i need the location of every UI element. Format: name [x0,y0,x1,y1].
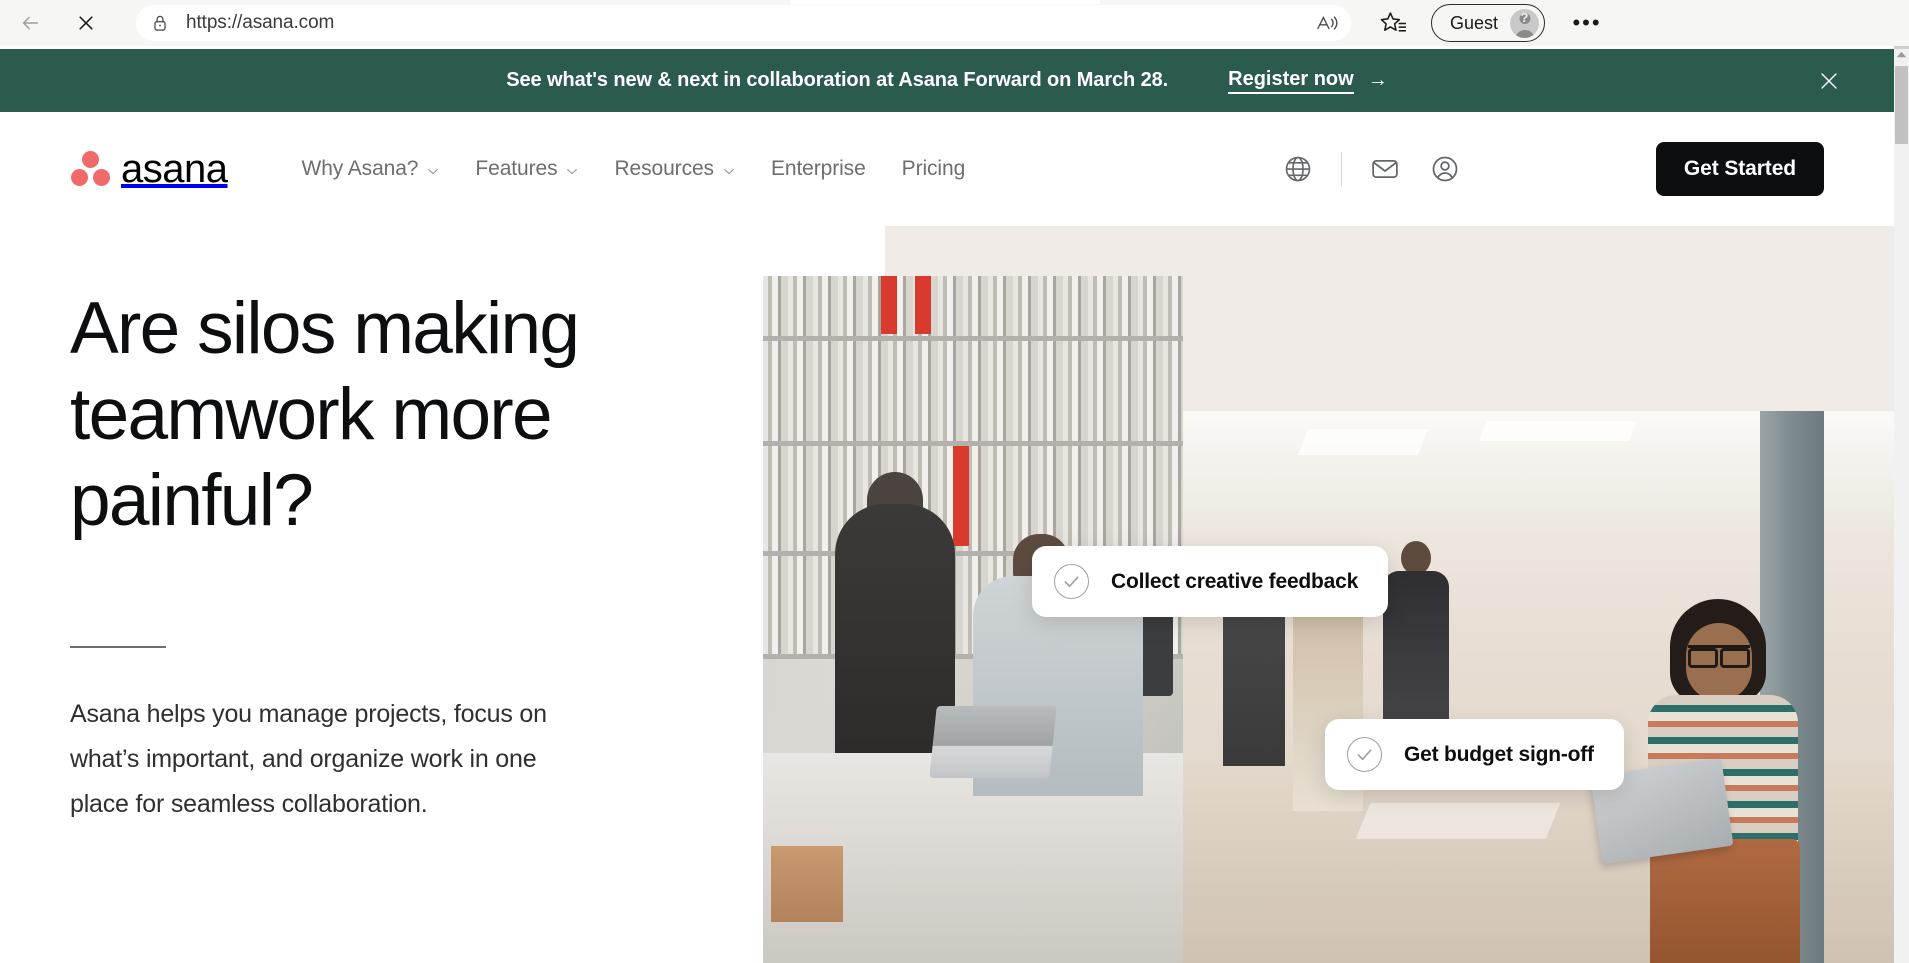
scrollbar-top-cap [1894,46,1909,49]
primary-nav: Why Asana? Features Resources Enterprise… [283,149,983,189]
nav-label: Pricing [901,157,966,180]
scroll-up-arrow-icon [1896,51,1907,58]
hero-section: Are silos making teamwork more painful? … [0,226,1894,963]
nav-item-enterprise[interactable]: Enterprise [753,149,884,189]
register-now-link[interactable]: Register now → [1228,68,1388,94]
favorites-star-icon [1380,11,1406,32]
scrollbar-thumb[interactable] [1895,66,1908,144]
task-card[interactable]: Collect creative feedback [1032,546,1389,617]
nav-label: Enterprise [770,157,866,180]
browser-tab-strip[interactable] [790,0,1100,4]
language-selector-button[interactable] [1275,146,1321,192]
stop-loading-icon [79,16,93,30]
chevron-down-icon [567,168,578,174]
check-circle-icon [1054,564,1089,599]
read-aloud-button[interactable] [1311,8,1345,38]
profile-label: Guest [1450,12,1499,33]
nav-item-resources[interactable]: Resources [596,149,752,189]
nav-label: Resources [614,157,714,180]
more-settings-icon: ••• [1572,10,1602,35]
contact-button[interactable] [1362,146,1408,192]
task-card-label: Collect creative feedback [1111,569,1359,593]
task-card-label: Get budget sign-off [1404,742,1594,766]
register-now-label: Register now [1228,68,1354,94]
page-scrollbar[interactable] [1894,46,1909,963]
asana-logo-link[interactable]: asana [70,147,228,191]
lock-icon [154,15,166,31]
task-card[interactable]: Get budget sign-off [1325,719,1624,790]
page-title: Are silos making teamwork more painful? [70,288,580,541]
hero-photo-office [763,276,1183,963]
more-settings-button[interactable]: ••• [1567,3,1607,43]
header-divider [1341,152,1342,186]
close-icon [1821,72,1837,89]
banner-close-button[interactable] [1816,68,1842,94]
hero-description: Asana helps you manage projects, focus o… [70,699,547,818]
page-viewport: See what's new & next in collaboration a… [0,46,1894,963]
read-aloud-icon [1317,15,1338,30]
nav-item-features[interactable]: Features [457,149,596,189]
browser-toolbar: https://asana.com Guest ? ••• [0,0,1909,46]
hero-divider [70,646,166,648]
nav-label: Features [475,157,558,180]
stop-loading-button[interactable] [66,3,106,43]
guest-avatar-icon: ? [1510,8,1540,38]
announcement-banner: See what's new & next in collaboration a… [0,49,1894,112]
announcement-message: See what's new & next in collaboration a… [506,69,1169,91]
nav-item-why-asana[interactable]: Why Asana? [283,149,457,189]
asana-logo-icon [70,151,112,187]
chevron-down-icon [428,168,439,174]
back-arrow-icon [22,16,39,30]
back-button[interactable] [10,3,50,43]
url-text[interactable]: https://asana.com [186,12,334,34]
get-started-button[interactable]: Get Started [1655,142,1824,196]
asana-wordmark: asana [121,147,228,191]
envelope-contact-icon [1372,160,1398,178]
hero-photo-openspace [1183,411,1894,963]
globe-language-icon [1285,156,1311,182]
user-account-icon [1432,156,1458,182]
chevron-down-icon [724,168,734,174]
nav-item-pricing[interactable]: Pricing [884,149,984,189]
favorites-button[interactable] [1373,3,1413,43]
nav-label: Why Asana? [301,157,419,180]
hero-copy-column: Are silos making teamwork more painful? … [0,226,880,963]
arrow-right-icon: → [1367,69,1388,91]
check-circle-icon [1347,737,1382,772]
profile-button[interactable]: Guest ? [1431,4,1546,42]
account-button[interactable] [1422,146,1468,192]
address-bar[interactable]: https://asana.com [136,5,1351,41]
site-header: asana Why Asana? Features Resources Ente… [0,112,1894,226]
